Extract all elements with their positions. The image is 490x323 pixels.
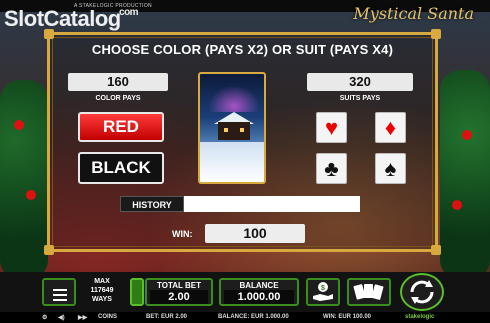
footer-bar: ⚙ ◀) ▶▶ COINS BET: EUR 2.00 BALANCE: EUR… bbox=[0, 312, 490, 323]
watermark-text: SlotCatalog bbox=[4, 6, 121, 31]
panel-corner bbox=[44, 29, 54, 39]
ornament bbox=[452, 200, 462, 210]
cards-icon bbox=[353, 284, 384, 300]
history-bar bbox=[184, 196, 360, 212]
max-ways-line3: WAYS bbox=[92, 296, 112, 303]
footer-bet: BET: EUR 2.00 bbox=[146, 314, 188, 320]
red-button[interactable]: RED bbox=[78, 112, 164, 142]
spades-suit-button[interactable]: ♠ bbox=[375, 153, 406, 184]
svg-text:$: $ bbox=[321, 285, 325, 292]
ornament bbox=[14, 120, 24, 130]
menu-button[interactable] bbox=[42, 278, 76, 306]
total-bet-label: TOTAL BET bbox=[157, 281, 201, 290]
brand-logo: stakelogic bbox=[405, 314, 435, 320]
win-value: 100 bbox=[205, 224, 305, 243]
win-label: WIN: bbox=[172, 229, 193, 239]
total-bet-value: 2.00 bbox=[150, 290, 208, 304]
footer-balance: BALANCE: EUR 1.000.00 bbox=[218, 314, 289, 320]
gamble-title: CHOOSE COLOR (PAYS X2) OR SUIT (PAYS X4) bbox=[91, 42, 394, 57]
panel-corner bbox=[431, 245, 441, 255]
history-label: HISTORY bbox=[120, 196, 184, 212]
ornament bbox=[462, 130, 472, 140]
black-button[interactable]: BLACK bbox=[78, 152, 164, 184]
gamble-button[interactable] bbox=[347, 278, 391, 306]
cabin-window bbox=[240, 128, 244, 132]
color-pays-label: COLOR PAYS bbox=[95, 95, 141, 102]
max-ways-line2: 117649 bbox=[90, 287, 114, 294]
christmas-tree-right bbox=[440, 70, 490, 280]
money-hand-icon: $ bbox=[313, 282, 333, 301]
settings-icon[interactable]: ⚙ bbox=[42, 314, 47, 321]
ornament bbox=[26, 190, 36, 200]
game-logo: Mystical Santa bbox=[353, 4, 474, 23]
diamonds-suit-button[interactable]: ♦ bbox=[375, 112, 406, 143]
suits-pays-label: SUITS PAYS bbox=[339, 95, 381, 102]
speed-icon[interactable]: ▶▶ bbox=[78, 314, 87, 321]
bet-selector-button[interactable] bbox=[130, 278, 144, 306]
footer-win: WIN: EUR 100.00 bbox=[323, 314, 372, 320]
sound-icon[interactable]: ◀) bbox=[58, 314, 65, 321]
cabin-window bbox=[224, 128, 228, 132]
max-ways-info: MAX 117649 WAYS bbox=[84, 277, 120, 304]
refresh-icon bbox=[410, 280, 434, 304]
panel-corner bbox=[44, 245, 54, 255]
christmas-tree-left bbox=[0, 80, 48, 280]
hearts-suit-button[interactable]: ♥ bbox=[316, 112, 347, 143]
clubs-suit-button[interactable]: ♣ bbox=[316, 153, 347, 184]
snow-art bbox=[200, 142, 264, 182]
balance-label: BALANCE bbox=[239, 281, 279, 290]
cabin-art bbox=[218, 122, 250, 140]
watermark: SlotCatalog.com bbox=[4, 6, 142, 32]
hamburger-icon bbox=[53, 289, 67, 301]
buy-feature-button[interactable]: $ bbox=[306, 278, 340, 306]
face-down-card bbox=[198, 72, 266, 184]
max-ways-line1: MAX bbox=[94, 278, 110, 285]
spin-button[interactable] bbox=[400, 273, 444, 311]
aurora-art bbox=[204, 82, 264, 112]
color-pays-value: 160 bbox=[68, 73, 168, 91]
balance-value: 1.000.00 bbox=[224, 290, 294, 304]
suits-pays-value: 320 bbox=[307, 73, 413, 91]
watermark-com: .com bbox=[116, 7, 139, 18]
coins-toggle[interactable]: COINS bbox=[98, 314, 117, 320]
panel-corner bbox=[431, 29, 441, 39]
